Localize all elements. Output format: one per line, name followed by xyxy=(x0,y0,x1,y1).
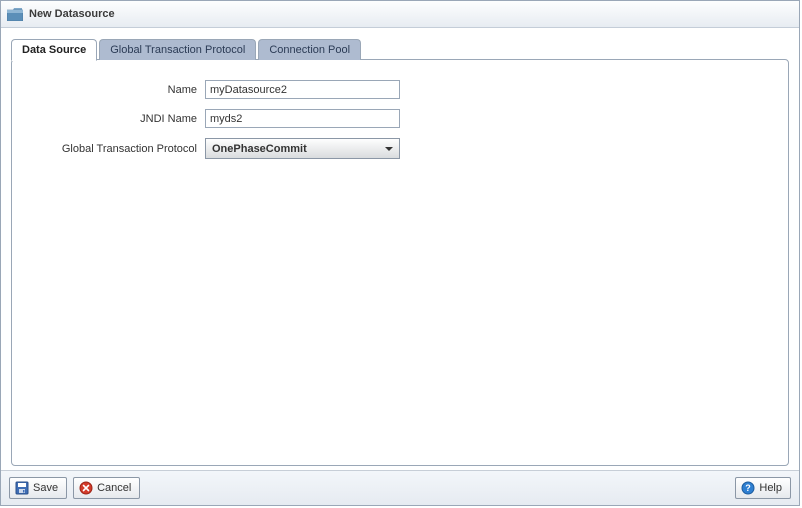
save-icon xyxy=(15,481,29,495)
footer: Save Cancel ? Help xyxy=(1,470,799,505)
cancel-button-label: Cancel xyxy=(97,482,131,494)
gtp-select-value: OnePhaseCommit xyxy=(212,143,307,155)
tabstrip: Data Source Global Transaction Protocol … xyxy=(11,38,789,60)
folder-icon xyxy=(7,8,23,21)
label-name: Name xyxy=(22,84,205,96)
row-jndi: JNDI Name xyxy=(22,109,768,128)
row-name: Name xyxy=(22,80,768,99)
cancel-icon xyxy=(79,481,93,495)
footer-right: ? Help xyxy=(735,477,791,499)
tab-global-transaction-protocol[interactable]: Global Transaction Protocol xyxy=(99,39,256,60)
tab-data-source[interactable]: Data Source xyxy=(11,39,97,61)
help-button[interactable]: ? Help xyxy=(735,477,791,499)
footer-left: Save Cancel xyxy=(9,477,140,499)
jndi-input[interactable] xyxy=(205,109,400,128)
window-title: New Datasource xyxy=(29,8,115,20)
content-area: Data Source Global Transaction Protocol … xyxy=(1,28,799,470)
help-button-label: Help xyxy=(759,482,782,494)
cancel-button[interactable]: Cancel xyxy=(73,477,140,499)
save-button[interactable]: Save xyxy=(9,477,67,499)
label-jndi: JNDI Name xyxy=(22,113,205,125)
name-input[interactable] xyxy=(205,80,400,99)
titlebar: New Datasource xyxy=(1,1,799,28)
save-button-label: Save xyxy=(33,482,58,494)
tab-connection-pool[interactable]: Connection Pool xyxy=(258,39,361,60)
chevron-down-icon xyxy=(385,147,393,151)
help-icon: ? xyxy=(741,481,755,495)
tab-panel: Name JNDI Name Global Transaction Protoc… xyxy=(11,59,789,466)
dialog-window: New Datasource Data Source Global Transa… xyxy=(0,0,800,506)
svg-text:?: ? xyxy=(746,483,752,493)
label-gtp: Global Transaction Protocol xyxy=(22,143,205,155)
gtp-select[interactable]: OnePhaseCommit xyxy=(205,138,400,159)
row-gtp: Global Transaction Protocol OnePhaseComm… xyxy=(22,138,768,159)
